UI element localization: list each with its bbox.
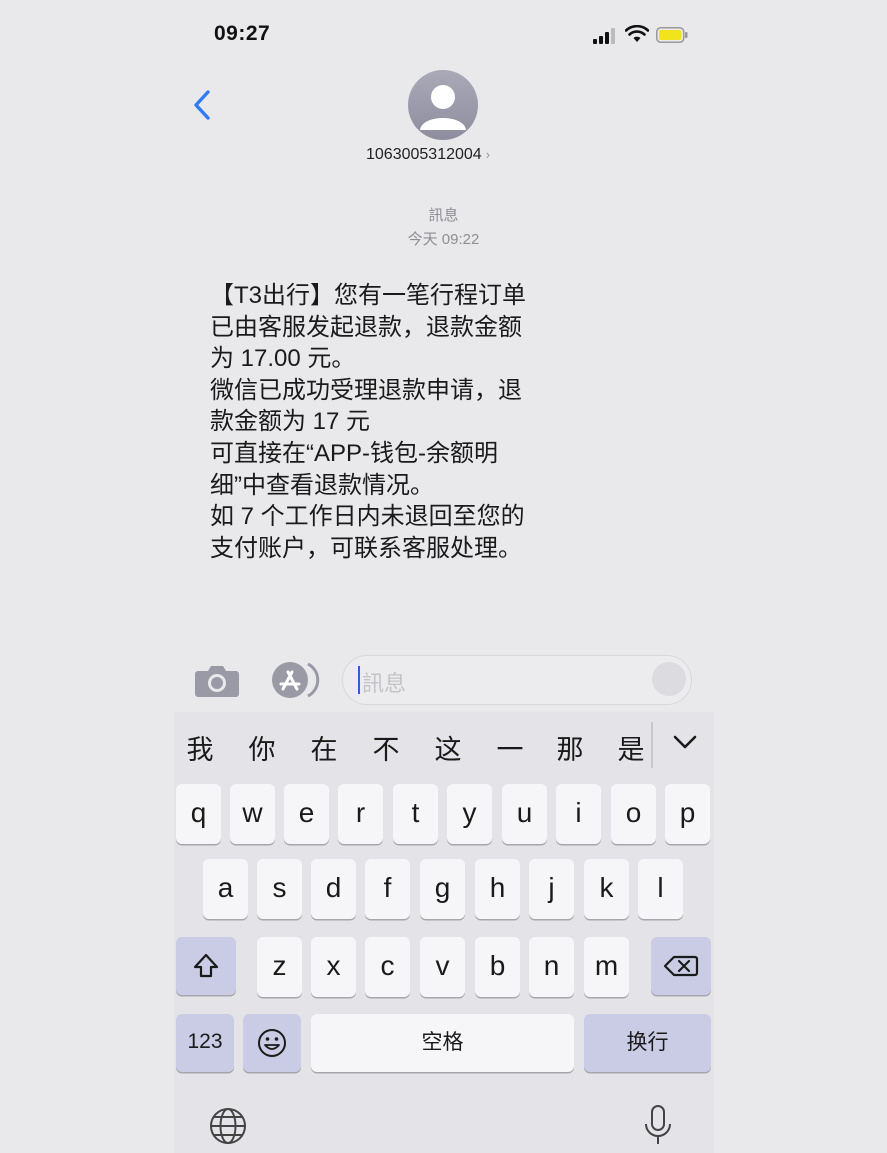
key-l[interactable]: l xyxy=(638,859,683,919)
key-h[interactable]: h xyxy=(475,859,520,919)
text-caret xyxy=(358,666,360,694)
battery-icon xyxy=(656,27,688,43)
message-timestamp: 今天 09:22 xyxy=(407,231,480,248)
key-r[interactable]: r xyxy=(338,784,383,844)
key-d[interactable]: d xyxy=(311,859,356,919)
key-s[interactable]: s xyxy=(257,859,302,919)
camera-icon[interactable] xyxy=(194,662,240,698)
message-bubble[interactable]: 【T3出行】您有一笔行程订单 已由客服发起退款，退款金额 为 17.00 元。 … xyxy=(210,280,590,564)
candidate-divider xyxy=(651,722,653,768)
keyboard xyxy=(174,712,714,1153)
sender-number[interactable]: 1063005312004 › xyxy=(366,146,490,164)
return-key[interactable]: 换行 xyxy=(584,1014,711,1072)
delete-icon xyxy=(663,955,699,977)
key-q[interactable]: q xyxy=(176,784,221,844)
chevron-right-icon: › xyxy=(485,147,491,162)
candidate-word[interactable]: 不 xyxy=(366,728,406,767)
shift-icon xyxy=(193,953,219,978)
candidate-word[interactable]: 你 xyxy=(242,728,282,767)
key-k[interactable]: k xyxy=(584,859,629,919)
space-key[interactable]: 空格 xyxy=(311,1014,574,1072)
key-v[interactable]: v xyxy=(420,937,465,997)
message-line: 支付账户，可联系客服处理。 xyxy=(210,534,522,562)
key-t[interactable]: t xyxy=(393,784,438,844)
key-n[interactable]: n xyxy=(529,937,574,997)
service-label: 訊息 xyxy=(428,207,459,224)
candidate-word[interactable]: 一 xyxy=(490,728,530,767)
candidate-word[interactable]: 是 xyxy=(611,728,651,767)
key-y[interactable]: y xyxy=(447,784,492,844)
message-input-placeholder: 訊息 xyxy=(362,671,407,696)
candidate-word[interactable]: 这 xyxy=(428,728,468,767)
message-line: 细”中查看退款情况。 xyxy=(210,471,434,499)
message-line: 已由客服发起退款，退款金额 xyxy=(210,313,522,341)
signal-icon xyxy=(593,28,615,44)
wifi-icon xyxy=(625,25,649,42)
message-line: 可直接在“APP-钱包-余额明 xyxy=(210,439,498,467)
status-time: 09:27 xyxy=(214,22,271,45)
message-line: 如 7 个工作日内未退回至您的 xyxy=(210,503,525,531)
key-u[interactable]: u xyxy=(502,784,547,844)
app-store-icon[interactable] xyxy=(268,660,320,700)
key-j[interactable]: j xyxy=(529,859,574,919)
emoji-icon xyxy=(258,1029,286,1057)
key-p[interactable]: p xyxy=(665,784,710,844)
key-o[interactable]: o xyxy=(611,784,656,844)
candidate-word[interactable]: 我 xyxy=(180,728,220,767)
key-a[interactable]: a xyxy=(203,859,248,919)
shift-key[interactable] xyxy=(176,937,236,995)
send-button[interactable] xyxy=(652,662,686,696)
key-b[interactable]: b xyxy=(475,937,520,997)
numbers-key[interactable]: 123 xyxy=(176,1014,234,1072)
candidate-word[interactable]: 在 xyxy=(304,728,344,767)
contact-avatar[interactable] xyxy=(408,70,478,140)
chevron-down-icon[interactable] xyxy=(670,730,700,754)
emoji-key[interactable] xyxy=(243,1014,301,1072)
key-e[interactable]: e xyxy=(284,784,329,844)
microphone-icon[interactable] xyxy=(642,1104,674,1148)
key-x[interactable]: x xyxy=(311,937,356,997)
delete-key[interactable] xyxy=(651,937,711,995)
message-line: 为 17.00 元。 xyxy=(210,345,356,373)
sender-number-text: 1063005312004 xyxy=(366,146,482,163)
key-g[interactable]: g xyxy=(420,859,465,919)
message-line: 微信已成功受理退款申请，退 xyxy=(210,376,522,404)
key-m[interactable]: m xyxy=(584,937,629,997)
key-i[interactable]: i xyxy=(556,784,601,844)
back-chevron-icon[interactable] xyxy=(190,88,216,122)
message-line: 【T3出行】您有一笔行程订单 xyxy=(210,282,527,309)
message-line: 款金额为 17 元 xyxy=(210,408,371,436)
key-f[interactable]: f xyxy=(365,859,410,919)
key-w[interactable]: w xyxy=(230,784,275,844)
candidate-word[interactable]: 那 xyxy=(550,728,590,767)
person-icon xyxy=(420,85,466,130)
key-c[interactable]: c xyxy=(365,937,410,997)
key-z[interactable]: z xyxy=(257,937,302,997)
globe-icon[interactable] xyxy=(208,1106,248,1146)
